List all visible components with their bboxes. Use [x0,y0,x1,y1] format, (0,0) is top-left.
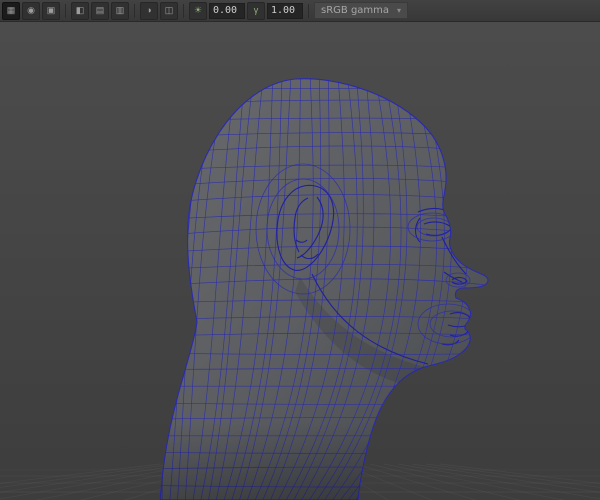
toolbar-button-group: ▦ ◉ ▣ ◧ ▤ ▥ ◑ ◫ [2,1,187,20]
resolution-gate-button[interactable]: ◧ [71,1,89,20]
toolbar-separator [134,3,135,18]
gate-mask-icon: ▤ [95,5,105,15]
chevron-down-icon: ▾ [397,6,402,15]
view-transform-value: sRGB gamma [321,5,390,16]
film-gate-button[interactable]: ▣ [42,1,60,20]
lighting-icon: ◑ [146,5,152,15]
film-gate-icon: ▣ [46,5,56,15]
resolution-gate-icon: ◧ [75,5,85,15]
exposure-icon: ☀ [193,5,203,15]
toolbar-separator [65,3,66,18]
view-transform-dropdown[interactable]: sRGB gamma ▾ [314,2,409,19]
3d-viewport[interactable] [0,22,600,500]
panel-menu-icon: ▦ [6,5,16,15]
gate-mask-button[interactable]: ▤ [91,1,109,20]
exposure-field[interactable] [209,2,245,19]
gamma-toggle-button[interactable]: γ [247,1,265,20]
viewport-toolbar: ▦ ◉ ▣ ◧ ▤ ▥ ◑ ◫ ☀ γ sRGB gamma ▾ [0,0,600,22]
gamma-field[interactable] [267,2,303,19]
camera-select-button[interactable]: ◉ [22,1,40,20]
panel-menu-button[interactable]: ▦ [2,1,20,20]
scene-canvas[interactable] [0,22,600,500]
camera-select-icon: ◉ [27,5,35,15]
neck-shadow-fade [160,422,420,500]
gamma-icon: γ [253,5,259,15]
lighting-button[interactable]: ◑ [140,1,158,20]
field-chart-icon: ▥ [115,5,125,15]
field-chart-button[interactable]: ▥ [111,1,129,20]
toolbar-separator [308,3,309,18]
toolbar-separator [183,3,184,18]
shading-button[interactable]: ◫ [160,1,178,20]
exposure-toggle-button[interactable]: ☀ [189,1,207,20]
shading-icon: ◫ [164,5,174,15]
